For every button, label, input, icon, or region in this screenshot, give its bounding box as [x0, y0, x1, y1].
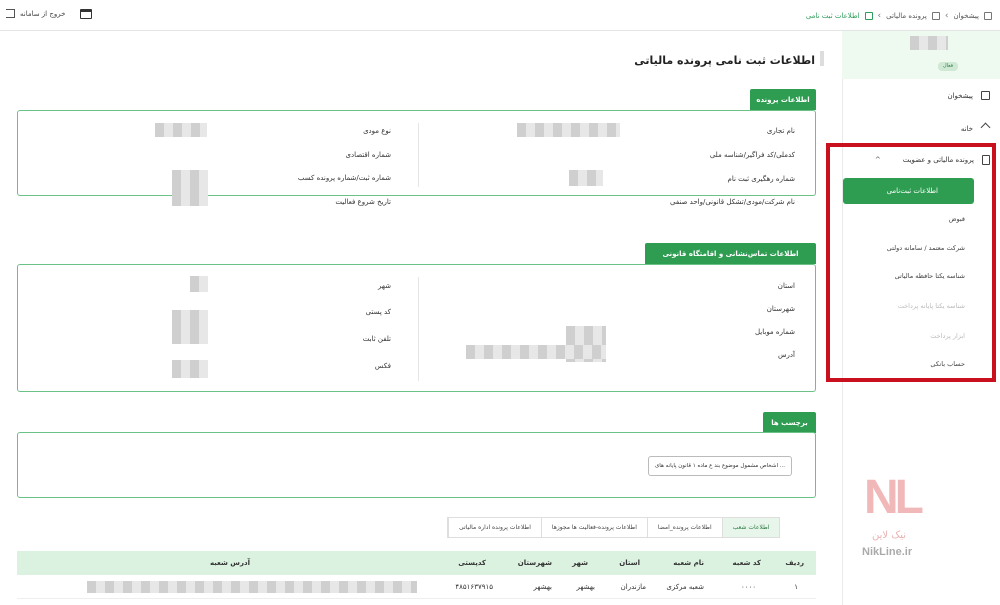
- watermark-logo: NL نیک لاین NikLine.ir: [856, 462, 966, 572]
- redacted-value: [172, 310, 208, 344]
- label-landline: تلفن ثابت: [362, 335, 391, 343]
- label-county: شهرستان: [766, 305, 795, 313]
- label-registration-number: شماره ثبت/شماره پرونده کسب: [297, 174, 391, 182]
- logout-icon: [6, 9, 15, 18]
- section-tag-labels: برچسب ها: [763, 412, 816, 433]
- dashboard-icon: [981, 91, 990, 100]
- cell-county: بهشهر: [533, 583, 552, 591]
- user-name-redacted: [910, 36, 948, 50]
- logout-label: خروج از سامانه: [20, 9, 66, 18]
- tab-branches[interactable]: اطلاعات شعب: [721, 518, 780, 537]
- label-economic-number: شماره اقتصادی: [345, 151, 391, 159]
- column-header: کد شعبه: [732, 559, 762, 567]
- detail-tabs: اطلاعات شعب اطلاعات پرونده_امضا اطلاعات …: [447, 517, 781, 538]
- folder-icon[interactable]: [80, 9, 92, 19]
- breadcrumb-item-dashboard[interactable]: پیشخوان: [953, 12, 979, 20]
- label-address: آدرس: [778, 351, 795, 359]
- label-mobile: شماره موبایل: [754, 328, 795, 336]
- chevron-left-icon: ‹: [944, 11, 949, 21]
- contact-card: [17, 264, 816, 392]
- redacted-value: [172, 170, 208, 206]
- file-info-card: [17, 110, 816, 196]
- table-row[interactable]: ۱ ۰۰۰۰ شعبه مرکزی مازندران بهشهر بهشهر ۴…: [17, 575, 816, 599]
- label-postal-code: کد پستی: [365, 308, 391, 316]
- label-fax: فکس: [374, 362, 391, 370]
- tab-signature[interactable]: اطلاعات پرونده_امضا: [646, 518, 722, 537]
- cell-city: بهشهر: [576, 583, 595, 591]
- redacted-address: [87, 581, 417, 593]
- status-badge: فعال: [938, 62, 958, 71]
- column-header: ردیف: [785, 559, 804, 567]
- divider: [418, 123, 419, 187]
- cell-row-number: ۱: [794, 583, 798, 591]
- redacted-value: [466, 345, 606, 359]
- cell-branch-name: شعبه مرکزی: [666, 583, 704, 591]
- label-tracking-number: شماره رهگیری ثبت نام: [727, 175, 795, 183]
- title-accent: [820, 51, 824, 66]
- info-icon: [864, 12, 873, 20]
- profile-card: فعال: [842, 31, 1000, 79]
- highlight-box: [826, 143, 996, 382]
- chevron-left-icon: ‹: [877, 11, 882, 21]
- tag-pill[interactable]: اشخاص مشمول موضوع بند ع ماده ۱ قانون پای…: [648, 456, 792, 476]
- tab-tax-office[interactable]: اطلاعات پرونده اداره مالیاتی: [448, 518, 541, 537]
- label-start-date: تاریخ شروع فعالیت: [335, 198, 391, 206]
- label-city: شهر: [378, 282, 391, 290]
- label-province: استان: [777, 282, 795, 290]
- section-tag-file-info: اطلاعات پرونده: [750, 89, 816, 110]
- top-bar: پیشخوان ‹ پرونده مالیاتی ‹ اطلاعات ثبت ن…: [0, 0, 1000, 31]
- sidebar-item-label: پیشخوان: [947, 91, 973, 100]
- divider: [418, 277, 419, 381]
- watermark-mark: NL: [864, 471, 924, 524]
- sidebar-item-label: خانه: [960, 124, 973, 133]
- home-icon: [981, 124, 990, 133]
- redacted-value: [190, 276, 208, 292]
- cell-postal-code: ۴۸۵۱۶۳۷۹۱۵: [455, 583, 493, 591]
- table-header: ردیف کد شعبه نام شعبه استان شهر شهرستان …: [17, 551, 816, 575]
- section-tag-contact: اطلاعات تماس‌نشانی و اقامتگاه قانونی: [645, 243, 816, 264]
- redacted-value: [172, 360, 208, 378]
- page-title: اطلاعات ثبت نامی پرونده مالیاتی: [634, 54, 815, 67]
- document-icon: [931, 12, 940, 20]
- column-header: آدرس شعبه: [209, 559, 250, 567]
- breadcrumb-item-registration[interactable]: اطلاعات ثبت نامی: [806, 12, 860, 20]
- breadcrumb-item-tax-file[interactable]: پرونده مالیاتی: [886, 12, 927, 20]
- label-national-id: کدملی/کد فراگیر/شناسه ملی: [709, 151, 795, 159]
- redacted-value: [155, 123, 207, 137]
- watermark-text-fa: نیک لاین: [872, 530, 907, 541]
- redacted-value: [517, 123, 620, 137]
- cell-province: مازندران: [620, 583, 646, 591]
- breadcrumb: پیشخوان ‹ پرونده مالیاتی ‹ اطلاعات ثبت ن…: [806, 8, 992, 24]
- dashboard-icon: [984, 12, 992, 20]
- watermark-text-en: NikLine.ir: [862, 546, 913, 558]
- label-company-name: نام شرکت/مودی/تشکل قانونی/واحد صنفی: [669, 198, 795, 206]
- sidebar-item-dashboard[interactable]: پیشخوان: [947, 91, 990, 100]
- cell-branch-code: ۰۰۰۰: [740, 583, 756, 591]
- column-header: شهر: [572, 559, 588, 567]
- column-header: نام شعبه: [673, 559, 704, 567]
- column-header: استان: [619, 559, 640, 567]
- column-header: شهرستان: [517, 559, 552, 567]
- redacted-value: [569, 170, 603, 186]
- label-taxpayer-type: نوع مودی: [363, 127, 391, 135]
- sidebar-item-home[interactable]: خانه: [961, 124, 990, 133]
- logout-button[interactable]: خروج از سامانه: [6, 9, 65, 18]
- column-header: کدپستی: [458, 559, 486, 567]
- label-trade-name: نام تجاری: [766, 127, 795, 135]
- tab-activities-licenses[interactable]: اطلاعات پرونده-فعالیت ها مجوزها: [540, 518, 647, 537]
